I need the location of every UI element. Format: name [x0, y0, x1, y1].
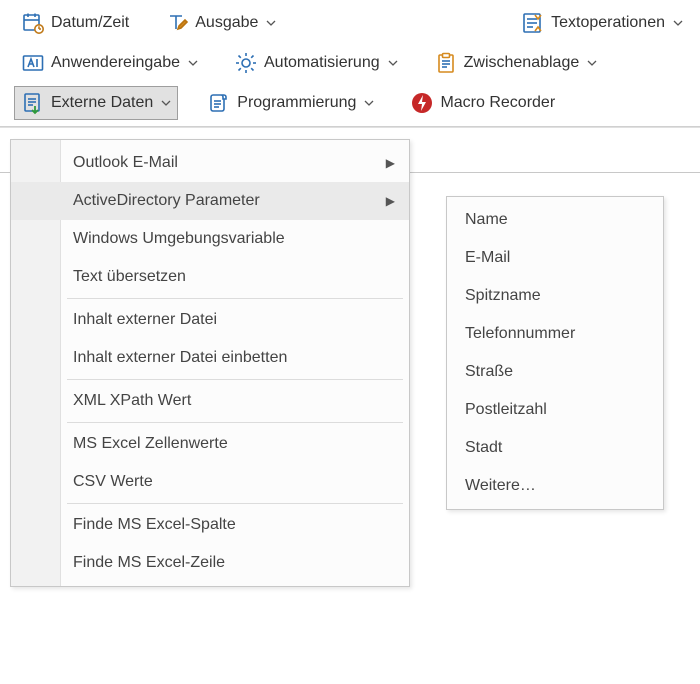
userinput-button[interactable]: Anwendereingabe	[14, 46, 205, 80]
menu-item[interactable]: ActiveDirectory Parameter ▶	[11, 182, 409, 220]
bolt-record-icon	[410, 91, 434, 115]
programming-button[interactable]: Programmierung	[200, 86, 381, 120]
external-data-icon	[21, 91, 45, 115]
menu-item[interactable]: Text übersetzen	[11, 258, 409, 296]
menu-item-label: Finde MS Excel-Zeile	[73, 554, 225, 572]
submenu-arrow-icon: ▶	[386, 194, 395, 208]
menu-item[interactable]: XML XPath Wert	[11, 382, 409, 420]
automation-button[interactable]: Automatisierung	[227, 46, 405, 80]
menu-item-label: CSV Werte	[73, 473, 153, 491]
menu-item-label: ActiveDirectory Parameter	[73, 192, 260, 210]
menu-separator	[67, 503, 403, 504]
submenu-arrow-icon: ▶	[386, 156, 395, 170]
externaldata-button[interactable]: Externe Daten	[14, 86, 178, 120]
submenu-item-label: Telefonnummer	[465, 325, 575, 343]
automation-label: Automatisierung	[264, 54, 380, 72]
menu-item[interactable]: Inhalt externer Datei	[11, 301, 409, 339]
ribbon-row-1: Datum/Zeit Ausgabe	[14, 6, 690, 40]
menu-separator	[67, 422, 403, 423]
macrorecorder-label: Macro Recorder	[440, 94, 555, 112]
clipboard-label: Zwischenablage	[464, 54, 580, 72]
ribbon-row-3: Externe Daten Programmierung	[14, 86, 690, 120]
submenu-item[interactable]: Name	[447, 201, 663, 239]
textops-button[interactable]: Textoperationen	[514, 6, 690, 40]
menu-item[interactable]: Outlook E-Mail ▶	[11, 144, 409, 182]
chevron-down-icon	[161, 100, 171, 106]
activedirectory-submenu: Name E-Mail Spitzname Telefonnummer Straße Po…	[446, 196, 664, 510]
menu-item-label: MS Excel Zellenwerte	[73, 435, 228, 453]
submenu-item[interactable]: Spitzname	[447, 277, 663, 315]
calendar-clock-icon	[21, 11, 45, 35]
submenu-item[interactable]: Telefonnummer	[447, 315, 663, 353]
menu-item[interactable]: Inhalt externer Datei einbetten	[11, 339, 409, 377]
submenu-item[interactable]: Postleitzahl	[447, 391, 663, 429]
externaldata-menu: Outlook E-Mail▶ActiveDirectory Parameter…	[10, 139, 410, 587]
submenu-item-label: Name	[465, 211, 508, 229]
chevron-down-icon	[587, 60, 597, 66]
submenu-item-label: Weitere…	[465, 477, 536, 495]
menu-separator	[67, 379, 403, 380]
menu-item-label: Outlook E-Mail	[73, 154, 178, 172]
menu-item[interactable]: Finde MS Excel-Zeile	[11, 544, 409, 582]
chevron-down-icon	[364, 100, 374, 106]
userinput-label: Anwendereingabe	[51, 54, 180, 72]
textops-icon	[521, 11, 545, 35]
submenu-item[interactable]: E-Mail	[447, 239, 663, 277]
submenu-item[interactable]: Straße	[447, 353, 663, 391]
submenu-item[interactable]: Stadt	[447, 429, 663, 467]
output-button[interactable]: Ausgabe	[158, 6, 283, 40]
chevron-down-icon	[388, 60, 398, 66]
submenu-item-label: Spitzname	[465, 287, 541, 305]
macrorecorder-button[interactable]: Macro Recorder	[403, 86, 562, 120]
menu-item[interactable]: Windows Umgebungsvariable	[11, 220, 409, 258]
submenu-item-label: Straße	[465, 363, 513, 381]
menu-item-label: XML XPath Wert	[73, 392, 191, 410]
menu-item[interactable]: CSV Werte	[11, 463, 409, 501]
menu-item-label: Text übersetzen	[73, 268, 186, 286]
chevron-down-icon	[673, 20, 683, 26]
menu-item[interactable]: MS Excel Zellenwerte	[11, 425, 409, 463]
chevron-down-icon	[188, 60, 198, 66]
menu-item[interactable]: Finde MS Excel-Spalte	[11, 506, 409, 544]
menu-item-label: Windows Umgebungsvariable	[73, 230, 285, 248]
submenu-item-label: E-Mail	[465, 249, 510, 267]
text-edit-icon	[165, 11, 189, 35]
submenu-item-label: Postleitzahl	[465, 401, 547, 419]
submenu-item-label: Stadt	[465, 439, 502, 457]
chevron-down-icon	[266, 20, 276, 26]
textops-label: Textoperationen	[551, 14, 665, 32]
datetime-button[interactable]: Datum/Zeit	[14, 6, 136, 40]
menu-separator	[67, 298, 403, 299]
input-box-icon	[21, 51, 45, 75]
programming-label: Programmierung	[237, 94, 356, 112]
menu-item-label: Inhalt externer Datei	[73, 311, 217, 329]
menu-item-label: Finde MS Excel-Spalte	[73, 516, 236, 534]
scroll-icon	[207, 91, 231, 115]
gear-icon	[234, 51, 258, 75]
submenu-item[interactable]: Weitere…	[447, 467, 663, 505]
ribbon-toolbar: Datum/Zeit Ausgabe	[0, 0, 700, 127]
externaldata-label: Externe Daten	[51, 94, 153, 112]
clipboard-icon	[434, 51, 458, 75]
ribbon-row-2: Anwendereingabe Automatisierung	[14, 46, 690, 80]
datetime-label: Datum/Zeit	[51, 14, 129, 32]
menu-item-label: Inhalt externer Datei einbetten	[73, 349, 287, 367]
clipboard-button[interactable]: Zwischenablage	[427, 46, 605, 80]
output-label: Ausgabe	[195, 14, 258, 32]
